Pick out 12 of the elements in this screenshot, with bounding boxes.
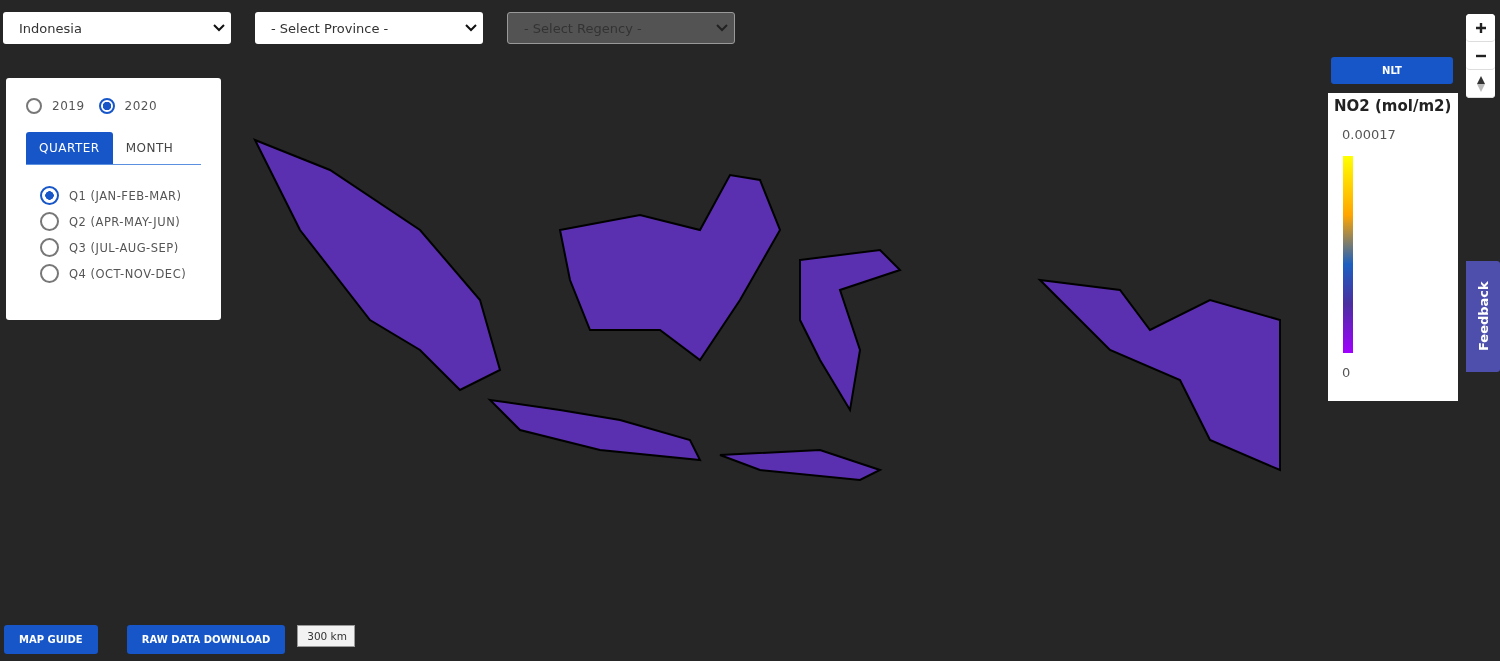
quarter-label: Q2 (APR-MAY-JUN) <box>69 214 181 229</box>
quarter-label: Q1 (JAN-FEB-MAR) <box>69 188 182 203</box>
quarter-label: Q4 (OCT-NOV-DEC) <box>69 266 187 281</box>
scale-bar: 300 km <box>297 625 356 647</box>
legend-min-label: 0 <box>1342 365 1352 380</box>
dropdown-value: - Select Province - <box>271 20 389 36</box>
year-label: 2020 <box>124 99 158 113</box>
legend-title: NO2 (mol/m2) <box>1334 97 1453 115</box>
quarter-label: Q3 (JUL-AUG-SEP) <box>69 240 179 255</box>
legend-max-label: 0.00017 <box>1342 127 1397 142</box>
year-label: 2019 <box>52 99 85 113</box>
dropdown-value: Indonesia <box>19 20 82 36</box>
